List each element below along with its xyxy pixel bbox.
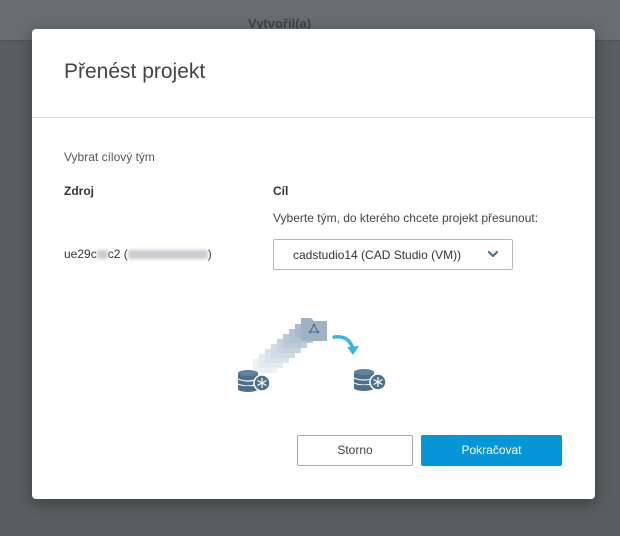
folder-icon xyxy=(301,318,327,341)
cancel-button[interactable]: Storno xyxy=(297,435,413,466)
transfer-project-dialog: Přenést projekt Vybrat cílový tým Zdroj … xyxy=(32,29,595,499)
chevron-down-icon xyxy=(487,250,499,258)
redacted-text xyxy=(96,250,108,260)
continue-button[interactable]: Pokračovat xyxy=(421,435,562,466)
target-team-value: cadstudio14 (CAD Studio (VM)) xyxy=(293,248,462,262)
transfer-illustration xyxy=(237,318,387,392)
transfer-arrow-icon xyxy=(332,335,359,355)
target-hint: Vyberte tým, do kterého chcete projekt p… xyxy=(273,211,539,225)
source-project-value: ue29c c2 () xyxy=(64,247,212,261)
target-database-icon xyxy=(353,369,387,391)
source-value-prefix: ue29c xyxy=(64,247,97,261)
target-heading: Cíl xyxy=(273,184,289,198)
source-value-close: ) xyxy=(207,247,212,261)
source-heading: Zdroj xyxy=(64,184,94,198)
source-value-suffix: c2 ( xyxy=(107,247,128,261)
source-database-icon xyxy=(237,370,271,392)
dialog-title: Přenést projekt xyxy=(64,60,206,83)
dialog-header: Přenést projekt xyxy=(32,29,595,118)
section-label: Vybrat cílový tým xyxy=(64,150,155,164)
target-team-select[interactable]: cadstudio14 (CAD Studio (VM)) xyxy=(273,239,513,270)
redacted-text xyxy=(127,250,208,260)
